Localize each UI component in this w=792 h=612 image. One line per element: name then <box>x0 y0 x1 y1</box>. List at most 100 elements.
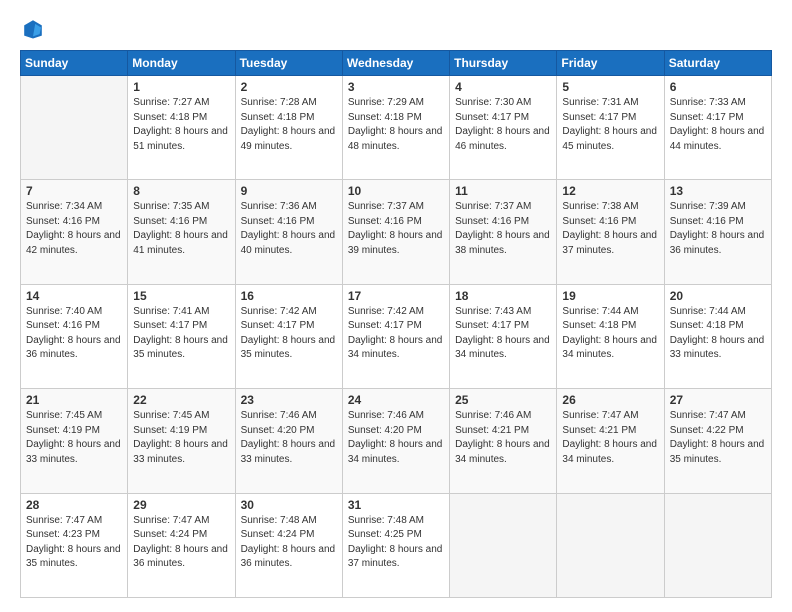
day-number: 19 <box>562 289 658 303</box>
day-number: 12 <box>562 184 658 198</box>
calendar-cell: 9 Sunrise: 7:36 AMSunset: 4:16 PMDayligh… <box>235 180 342 284</box>
calendar-cell: 31 Sunrise: 7:48 AMSunset: 4:25 PMDaylig… <box>342 493 449 597</box>
cell-info: Sunrise: 7:33 AMSunset: 4:17 PMDaylight:… <box>670 97 765 152</box>
logo-icon <box>22 18 44 40</box>
cell-info: Sunrise: 7:48 AMSunset: 4:25 PMDaylight:… <box>348 515 443 570</box>
cell-info: Sunrise: 7:44 AMSunset: 4:18 PMDaylight:… <box>670 306 765 361</box>
calendar-cell: 10 Sunrise: 7:37 AMSunset: 4:16 PMDaylig… <box>342 180 449 284</box>
cell-info: Sunrise: 7:47 AMSunset: 4:24 PMDaylight:… <box>133 515 228 570</box>
cell-info: Sunrise: 7:35 AMSunset: 4:16 PMDaylight:… <box>133 201 228 256</box>
week-row-5: 28 Sunrise: 7:47 AMSunset: 4:23 PMDaylig… <box>21 493 772 597</box>
calendar-cell <box>557 493 664 597</box>
day-number: 21 <box>26 393 122 407</box>
weekday-header-saturday: Saturday <box>664 51 771 76</box>
week-row-1: 1 Sunrise: 7:27 AMSunset: 4:18 PMDayligh… <box>21 76 772 180</box>
day-number: 18 <box>455 289 551 303</box>
day-number: 29 <box>133 498 229 512</box>
calendar-cell: 29 Sunrise: 7:47 AMSunset: 4:24 PMDaylig… <box>128 493 235 597</box>
weekday-header-tuesday: Tuesday <box>235 51 342 76</box>
cell-info: Sunrise: 7:31 AMSunset: 4:17 PMDaylight:… <box>562 97 657 152</box>
weekday-header-monday: Monday <box>128 51 235 76</box>
day-number: 24 <box>348 393 444 407</box>
cell-info: Sunrise: 7:37 AMSunset: 4:16 PMDaylight:… <box>348 201 443 256</box>
calendar-cell: 6 Sunrise: 7:33 AMSunset: 4:17 PMDayligh… <box>664 76 771 180</box>
day-number: 3 <box>348 80 444 94</box>
day-number: 10 <box>348 184 444 198</box>
day-number: 4 <box>455 80 551 94</box>
day-number: 16 <box>241 289 337 303</box>
logo <box>20 18 46 40</box>
calendar-cell <box>450 493 557 597</box>
weekday-header-sunday: Sunday <box>21 51 128 76</box>
calendar-cell: 28 Sunrise: 7:47 AMSunset: 4:23 PMDaylig… <box>21 493 128 597</box>
day-number: 28 <box>26 498 122 512</box>
day-number: 30 <box>241 498 337 512</box>
calendar-cell: 15 Sunrise: 7:41 AMSunset: 4:17 PMDaylig… <box>128 284 235 388</box>
day-number: 14 <box>26 289 122 303</box>
calendar-cell: 19 Sunrise: 7:44 AMSunset: 4:18 PMDaylig… <box>557 284 664 388</box>
calendar-cell: 21 Sunrise: 7:45 AMSunset: 4:19 PMDaylig… <box>21 389 128 493</box>
page: SundayMondayTuesdayWednesdayThursdayFrid… <box>0 0 792 612</box>
day-number: 22 <box>133 393 229 407</box>
calendar-cell: 22 Sunrise: 7:45 AMSunset: 4:19 PMDaylig… <box>128 389 235 493</box>
week-row-2: 7 Sunrise: 7:34 AMSunset: 4:16 PMDayligh… <box>21 180 772 284</box>
calendar-cell <box>664 493 771 597</box>
cell-info: Sunrise: 7:28 AMSunset: 4:18 PMDaylight:… <box>241 97 336 152</box>
cell-info: Sunrise: 7:45 AMSunset: 4:19 PMDaylight:… <box>133 410 228 465</box>
calendar-cell: 16 Sunrise: 7:42 AMSunset: 4:17 PMDaylig… <box>235 284 342 388</box>
weekday-header-friday: Friday <box>557 51 664 76</box>
cell-info: Sunrise: 7:46 AMSunset: 4:20 PMDaylight:… <box>241 410 336 465</box>
cell-info: Sunrise: 7:43 AMSunset: 4:17 PMDaylight:… <box>455 306 550 361</box>
day-number: 9 <box>241 184 337 198</box>
day-number: 15 <box>133 289 229 303</box>
calendar-cell: 8 Sunrise: 7:35 AMSunset: 4:16 PMDayligh… <box>128 180 235 284</box>
cell-info: Sunrise: 7:46 AMSunset: 4:21 PMDaylight:… <box>455 410 550 465</box>
cell-info: Sunrise: 7:39 AMSunset: 4:16 PMDaylight:… <box>670 201 765 256</box>
calendar-cell: 13 Sunrise: 7:39 AMSunset: 4:16 PMDaylig… <box>664 180 771 284</box>
day-number: 23 <box>241 393 337 407</box>
cell-info: Sunrise: 7:42 AMSunset: 4:17 PMDaylight:… <box>348 306 443 361</box>
cell-info: Sunrise: 7:38 AMSunset: 4:16 PMDaylight:… <box>562 201 657 256</box>
calendar-cell: 7 Sunrise: 7:34 AMSunset: 4:16 PMDayligh… <box>21 180 128 284</box>
cell-info: Sunrise: 7:29 AMSunset: 4:18 PMDaylight:… <box>348 97 443 152</box>
day-number: 25 <box>455 393 551 407</box>
cell-info: Sunrise: 7:40 AMSunset: 4:16 PMDaylight:… <box>26 306 121 361</box>
cell-info: Sunrise: 7:47 AMSunset: 4:23 PMDaylight:… <box>26 515 121 570</box>
day-number: 13 <box>670 184 766 198</box>
weekday-header-wednesday: Wednesday <box>342 51 449 76</box>
calendar-cell: 27 Sunrise: 7:47 AMSunset: 4:22 PMDaylig… <box>664 389 771 493</box>
cell-info: Sunrise: 7:46 AMSunset: 4:20 PMDaylight:… <box>348 410 443 465</box>
day-number: 2 <box>241 80 337 94</box>
day-number: 5 <box>562 80 658 94</box>
cell-info: Sunrise: 7:36 AMSunset: 4:16 PMDaylight:… <box>241 201 336 256</box>
cell-info: Sunrise: 7:45 AMSunset: 4:19 PMDaylight:… <box>26 410 121 465</box>
day-number: 11 <box>455 184 551 198</box>
day-number: 17 <box>348 289 444 303</box>
cell-info: Sunrise: 7:41 AMSunset: 4:17 PMDaylight:… <box>133 306 228 361</box>
calendar-table: SundayMondayTuesdayWednesdayThursdayFrid… <box>20 50 772 598</box>
calendar-cell: 20 Sunrise: 7:44 AMSunset: 4:18 PMDaylig… <box>664 284 771 388</box>
calendar-cell: 18 Sunrise: 7:43 AMSunset: 4:17 PMDaylig… <box>450 284 557 388</box>
day-number: 6 <box>670 80 766 94</box>
calendar-cell: 3 Sunrise: 7:29 AMSunset: 4:18 PMDayligh… <box>342 76 449 180</box>
week-row-4: 21 Sunrise: 7:45 AMSunset: 4:19 PMDaylig… <box>21 389 772 493</box>
day-number: 27 <box>670 393 766 407</box>
calendar-cell: 23 Sunrise: 7:46 AMSunset: 4:20 PMDaylig… <box>235 389 342 493</box>
weekday-header-row: SundayMondayTuesdayWednesdayThursdayFrid… <box>21 51 772 76</box>
weekday-header-thursday: Thursday <box>450 51 557 76</box>
calendar-cell: 30 Sunrise: 7:48 AMSunset: 4:24 PMDaylig… <box>235 493 342 597</box>
calendar-cell: 5 Sunrise: 7:31 AMSunset: 4:17 PMDayligh… <box>557 76 664 180</box>
calendar-cell: 1 Sunrise: 7:27 AMSunset: 4:18 PMDayligh… <box>128 76 235 180</box>
cell-info: Sunrise: 7:42 AMSunset: 4:17 PMDaylight:… <box>241 306 336 361</box>
cell-info: Sunrise: 7:34 AMSunset: 4:16 PMDaylight:… <box>26 201 121 256</box>
calendar-cell: 24 Sunrise: 7:46 AMSunset: 4:20 PMDaylig… <box>342 389 449 493</box>
cell-info: Sunrise: 7:27 AMSunset: 4:18 PMDaylight:… <box>133 97 228 152</box>
day-number: 31 <box>348 498 444 512</box>
cell-info: Sunrise: 7:37 AMSunset: 4:16 PMDaylight:… <box>455 201 550 256</box>
calendar-cell: 12 Sunrise: 7:38 AMSunset: 4:16 PMDaylig… <box>557 180 664 284</box>
calendar-cell: 11 Sunrise: 7:37 AMSunset: 4:16 PMDaylig… <box>450 180 557 284</box>
cell-info: Sunrise: 7:47 AMSunset: 4:21 PMDaylight:… <box>562 410 657 465</box>
cell-info: Sunrise: 7:44 AMSunset: 4:18 PMDaylight:… <box>562 306 657 361</box>
calendar-cell: 14 Sunrise: 7:40 AMSunset: 4:16 PMDaylig… <box>21 284 128 388</box>
cell-info: Sunrise: 7:47 AMSunset: 4:22 PMDaylight:… <box>670 410 765 465</box>
